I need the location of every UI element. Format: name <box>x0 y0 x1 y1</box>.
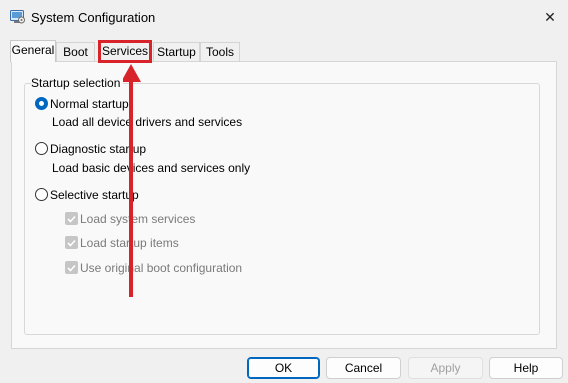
cancel-button[interactable]: Cancel <box>326 357 401 379</box>
tab-services[interactable]: Services <box>98 40 152 63</box>
annotation-arrow-shaft <box>129 80 133 297</box>
normal-startup-label[interactable]: Normal startup <box>50 97 129 111</box>
normal-startup-description: Load all device drivers and services <box>52 115 243 129</box>
tab-general[interactable]: General <box>10 40 56 62</box>
apply-button[interactable]: Apply <box>408 357 483 379</box>
help-button[interactable]: Help <box>489 357 563 379</box>
use-original-boot-config-label: Use original boot configuration <box>80 261 243 275</box>
diagnostic-startup-radio[interactable] <box>35 142 48 155</box>
checkmark-icon <box>67 215 76 223</box>
checkmark-icon <box>67 239 76 247</box>
normal-startup-radio[interactable] <box>35 97 48 110</box>
checkmark-icon <box>67 264 76 272</box>
load-system-services-label: Load system services <box>80 212 196 226</box>
load-system-services-checkbox[interactable] <box>65 212 78 225</box>
title-bar[interactable]: System Configuration ✕ <box>0 0 568 34</box>
selective-startup-radio[interactable] <box>35 188 48 201</box>
startup-selection-label: Startup selection <box>31 76 124 90</box>
selective-startup-label[interactable]: Selective startup <box>50 188 139 202</box>
system-configuration-window: System Configuration ✕ General Boot Serv… <box>0 0 568 383</box>
tab-startup[interactable]: Startup <box>153 42 200 61</box>
general-tab-page: Startup selection Normal startup Load al… <box>11 61 557 349</box>
use-original-boot-config-checkbox[interactable] <box>65 261 78 274</box>
tab-tools[interactable]: Tools <box>200 42 240 61</box>
close-icon: ✕ <box>544 8 556 25</box>
msconfig-icon <box>10 10 25 24</box>
annotation-arrow-head-icon <box>121 64 141 82</box>
window-title: System Configuration <box>31 10 156 25</box>
tab-boot[interactable]: Boot <box>56 42 95 61</box>
load-startup-items-checkbox[interactable] <box>65 236 78 249</box>
close-button[interactable]: ✕ <box>536 4 564 30</box>
ok-button[interactable]: OK <box>247 357 320 379</box>
diagnostic-startup-description: Load basic devices and services only <box>52 161 251 175</box>
